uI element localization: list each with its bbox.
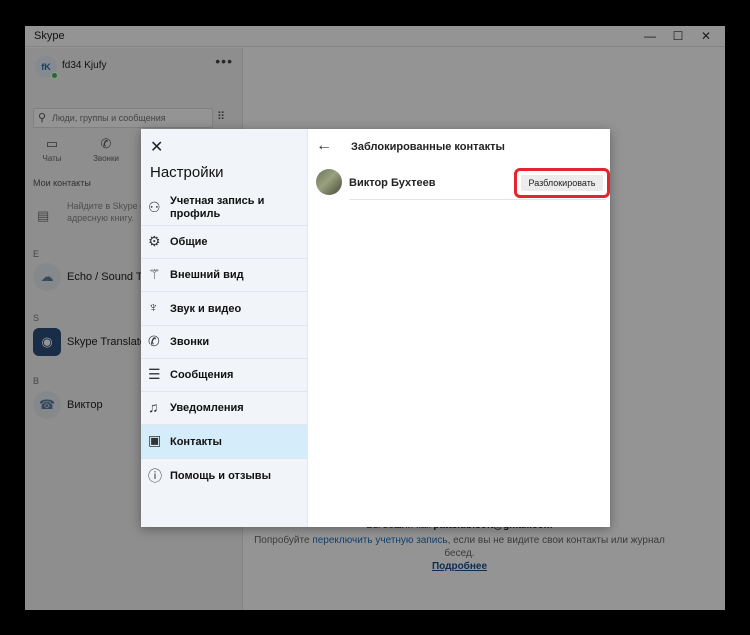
settings-item-general[interactable]: ⚙ Общие	[141, 226, 308, 259]
blocked-contacts-title: Заблокированные контакты	[351, 141, 505, 153]
settings-title: Настройки	[150, 164, 224, 181]
contact-avatar	[316, 169, 342, 195]
settings-item-label: Контакты	[170, 436, 222, 448]
settings-item-label: Сообщения	[170, 369, 234, 381]
bell-icon: ♫	[148, 399, 159, 415]
settings-item-label: Уведомления	[170, 402, 244, 414]
magic-wand-icon: ⚚	[148, 266, 161, 282]
settings-item-messages[interactable]: ☰ Сообщения	[141, 359, 308, 392]
message-icon: ☰	[148, 366, 161, 382]
settings-item-label: Звук и видео	[170, 303, 242, 315]
settings-dialog: ✕ Настройки ⚇ Учетная запись и профиль ⚙…	[141, 129, 610, 527]
settings-item-label: Внешний вид	[170, 269, 244, 281]
settings-item-contacts[interactable]: ▣ Контакты	[141, 425, 308, 459]
blocked-contact-row: Виктор Бухтеев Разблокировать	[316, 168, 610, 201]
unblock-button[interactable]: Разблокировать	[521, 175, 603, 191]
settings-item-calls[interactable]: ✆ Звонки	[141, 326, 308, 359]
info-icon: ⓘ	[148, 468, 162, 484]
microphone-icon: ♆	[148, 299, 159, 315]
back-arrow-icon[interactable]: ←	[316, 137, 332, 155]
settings-item-label: Помощь и отзывы	[170, 470, 271, 482]
settings-item-notifications[interactable]: ♫ Уведомления	[141, 392, 308, 425]
settings-item-label: Учетная запись и профиль	[170, 195, 265, 220]
settings-item-appearance[interactable]: ⚚ Внешний вид	[141, 259, 308, 292]
person-icon: ⚇	[148, 199, 161, 215]
phone-icon: ✆	[148, 333, 160, 349]
gear-icon: ⚙	[148, 233, 161, 249]
settings-sidebar: ✕ Настройки ⚇ Учетная запись и профиль ⚙…	[141, 129, 308, 527]
settings-item-audio-video[interactable]: ♆ Звук и видео	[141, 292, 308, 326]
settings-item-help[interactable]: ⓘ Помощь и отзывы	[141, 459, 308, 493]
divider	[349, 199, 606, 200]
blocked-contact-name: Виктор Бухтеев	[349, 177, 436, 189]
settings-item-label: Звонки	[170, 336, 210, 348]
contacts-icon: ▣	[148, 432, 162, 448]
settings-item-account[interactable]: ⚇ Учетная запись и профиль	[141, 190, 308, 226]
settings-item-label: Общие	[170, 236, 208, 248]
close-icon[interactable]: ✕	[150, 137, 163, 157]
